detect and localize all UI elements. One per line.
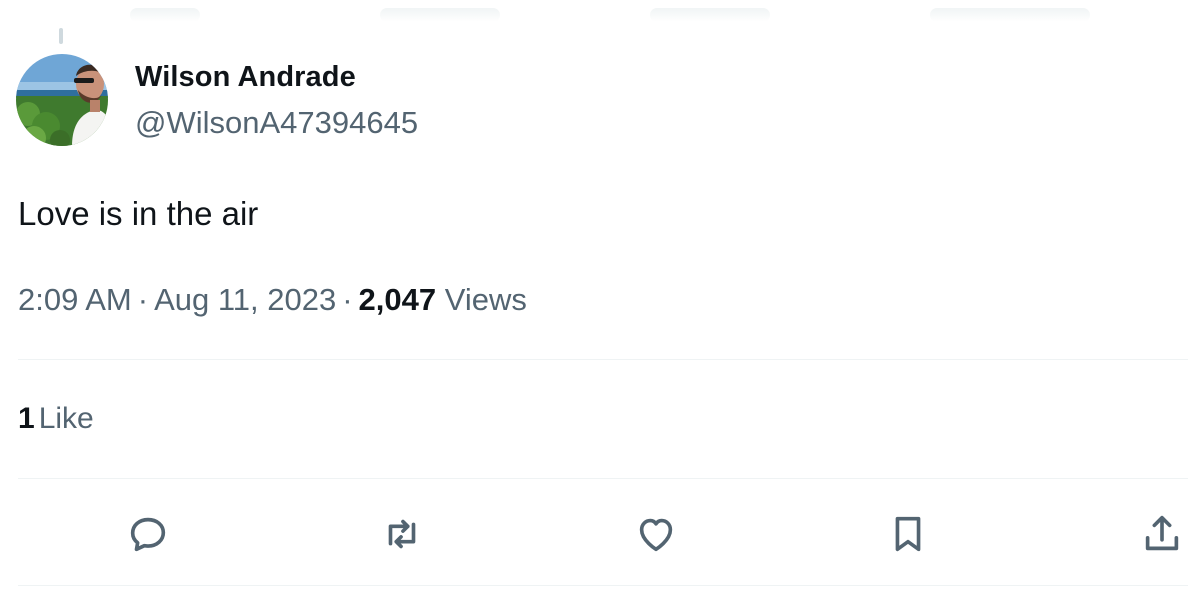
heart-icon xyxy=(639,518,673,552)
share-icon xyxy=(1145,515,1179,551)
thread-connector-line xyxy=(59,28,63,44)
tweet-meta: 2:09 AM · Aug 11, 2023 · 2,047 Views xyxy=(18,282,527,318)
bookmark-icon xyxy=(895,516,921,552)
meta-separator: · xyxy=(137,282,149,317)
meta-separator: · xyxy=(342,282,353,317)
retweet-icon xyxy=(388,519,416,549)
user-handle[interactable]: @WilsonA47394645 xyxy=(135,105,418,141)
faint-top-element xyxy=(650,8,770,22)
views-count: 2,047 xyxy=(358,282,437,317)
bookmark-button[interactable] xyxy=(884,510,932,558)
tweet-date[interactable]: Aug 11, 2023 xyxy=(154,282,336,317)
reply-icon xyxy=(130,517,166,552)
retweet-button[interactable] xyxy=(378,510,426,558)
display-name[interactable]: Wilson Andrade xyxy=(135,61,356,94)
divider xyxy=(18,478,1188,479)
views-label: Views xyxy=(444,282,527,317)
reply-button[interactable] xyxy=(124,510,172,558)
likes-label: Like xyxy=(38,402,94,435)
share-button[interactable] xyxy=(1138,510,1186,558)
tweet-time[interactable]: 2:09 AM xyxy=(18,282,132,317)
like-button[interactable] xyxy=(632,510,680,558)
avatar[interactable] xyxy=(16,54,108,146)
faint-top-element xyxy=(380,8,500,22)
divider xyxy=(18,359,1188,360)
likes-summary[interactable]: 1 Like xyxy=(18,402,94,436)
likes-count: 1 xyxy=(18,402,35,435)
faint-top-element xyxy=(130,8,200,22)
tweet-text: Love is in the air xyxy=(18,195,259,232)
divider xyxy=(18,585,1188,586)
faint-top-element xyxy=(930,8,1090,22)
avatar-photo xyxy=(16,54,108,146)
